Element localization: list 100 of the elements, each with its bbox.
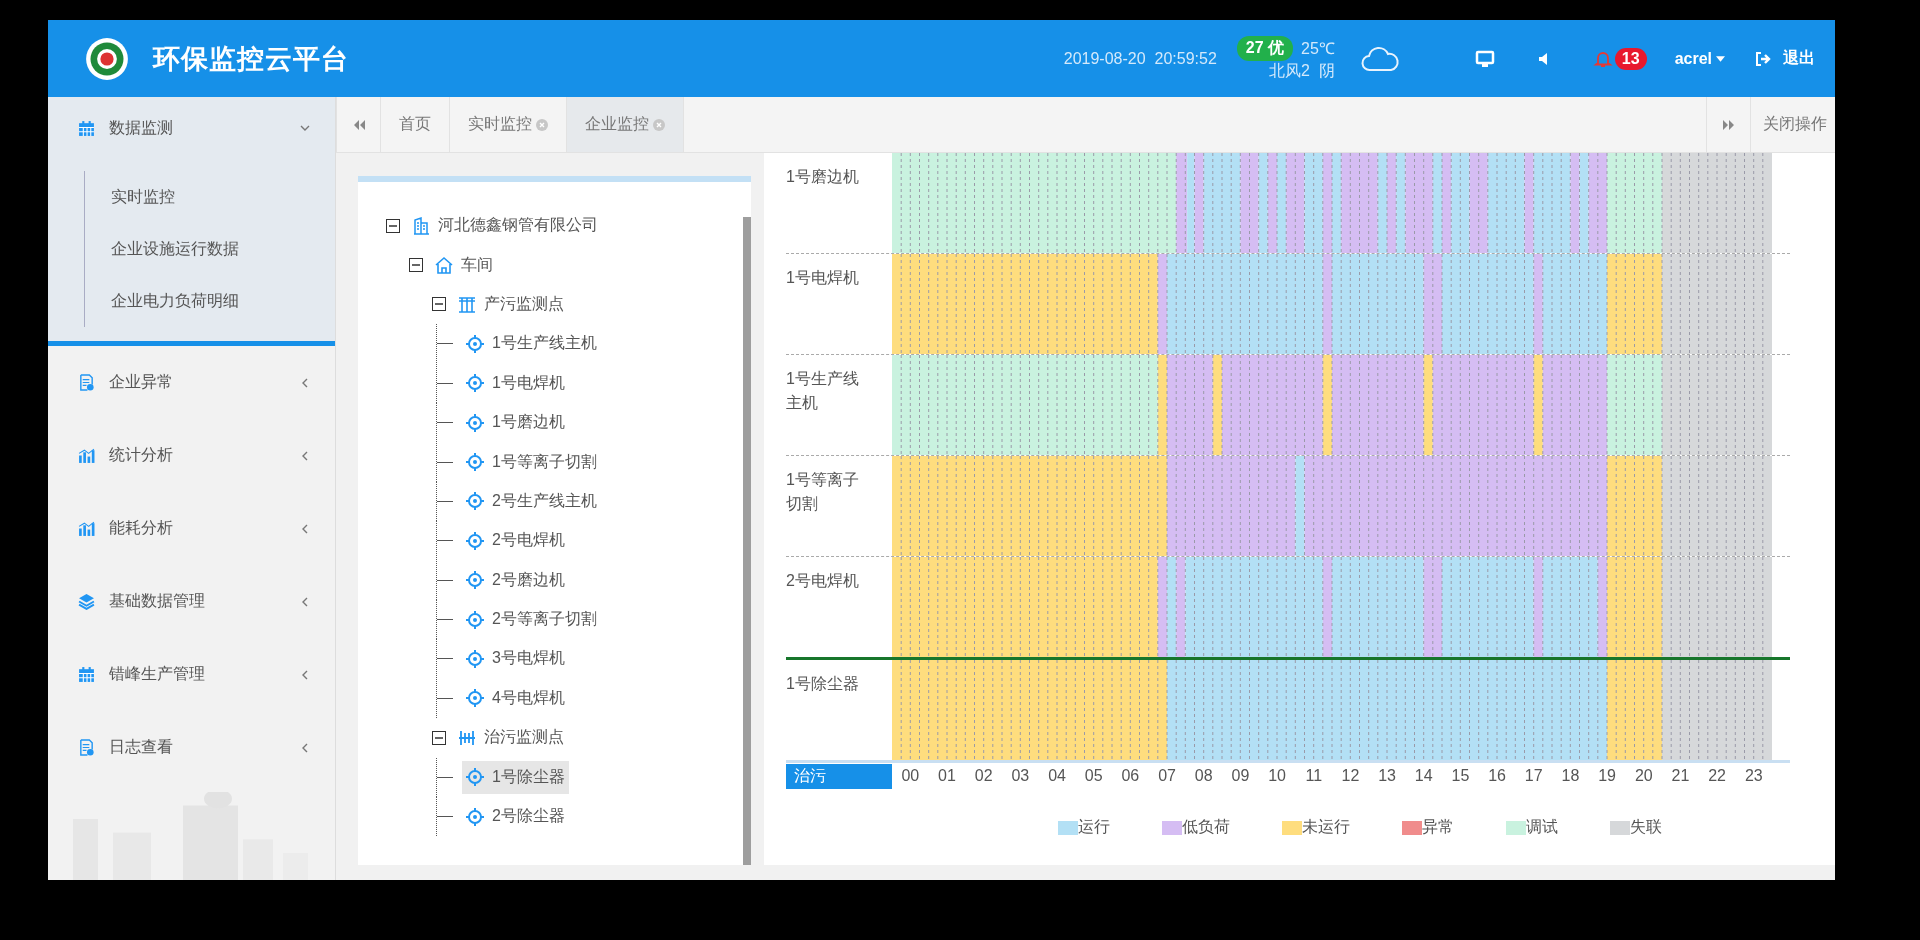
- target-icon: [466, 571, 484, 590]
- hour-label: 23: [1743, 767, 1764, 785]
- hour-label: 18: [1560, 767, 1581, 785]
- collapse-icon[interactable]: [386, 218, 400, 233]
- hour-label: 15: [1450, 767, 1471, 785]
- sidebar-subitem[interactable]: 企业设施运行数据: [84, 223, 239, 275]
- hour-label: 20: [1633, 767, 1654, 785]
- hour-label: 19: [1597, 767, 1617, 785]
- target-icon: [466, 689, 484, 708]
- weather-text: 北风2 阴: [1269, 60, 1335, 81]
- sidebar-item[interactable]: 错峰生产管理: [48, 638, 335, 711]
- tree-node[interactable]: 1号生产线主机: [462, 327, 601, 361]
- tree-node[interactable]: 1号电焊机: [462, 366, 569, 400]
- document-icon: [78, 374, 95, 391]
- sidebar-item[interactable]: 统计分析: [48, 419, 335, 492]
- tree-node[interactable]: 车间: [431, 248, 497, 282]
- legend-label: 调试: [1525, 817, 1558, 837]
- sidebar-item[interactable]: 基础数据管理: [48, 565, 335, 638]
- hour-label: 00: [900, 767, 921, 785]
- hour-label: 09: [1230, 767, 1251, 785]
- cloud-icon: [1359, 44, 1400, 73]
- tree-node[interactable]: 4号电焊机: [462, 681, 569, 715]
- target-icon: [466, 807, 484, 826]
- tree-node[interactable]: 河北德鑫钢管有限公司: [408, 209, 602, 243]
- target-icon: [466, 492, 484, 511]
- hour-label: 22: [1707, 767, 1727, 785]
- filter-icon: [458, 728, 476, 747]
- hour-label: 17: [1523, 767, 1544, 785]
- hour-label: 05: [1083, 767, 1104, 785]
- target-icon: [466, 453, 484, 472]
- document-icon: [78, 739, 95, 756]
- sidebar-item[interactable]: 企业异常: [48, 346, 335, 419]
- building-icon: [412, 216, 430, 235]
- hour-label: 02: [973, 767, 994, 785]
- sidebar-item[interactable]: 日志查看: [48, 711, 335, 784]
- hour-label: 07: [1157, 767, 1177, 785]
- tree-node[interactable]: 1号除尘器: [462, 760, 569, 794]
- group-label: 治污: [786, 763, 892, 789]
- sidebar-subitem[interactable]: 实时监控: [84, 171, 175, 223]
- tree-node[interactable]: 2号等离子切割: [462, 603, 601, 637]
- chevron-left-icon: [300, 377, 310, 388]
- collapse-icon[interactable]: [432, 730, 446, 745]
- scrollbar[interactable]: [743, 217, 751, 865]
- target-icon: [466, 531, 484, 550]
- calendar-icon: [78, 666, 95, 683]
- chevron-left-icon: [300, 742, 310, 753]
- hour-label: 10: [1267, 767, 1287, 785]
- hour-label: 14: [1413, 767, 1434, 785]
- tree-node[interactable]: 治污监测点: [454, 721, 568, 755]
- sidebar-item[interactable]: 能耗分析: [48, 492, 335, 565]
- row-label: 1号等离子切割: [786, 471, 859, 512]
- hour-label: 06: [1120, 767, 1141, 785]
- chevron-left-icon: [300, 450, 310, 461]
- tree-node[interactable]: 2号生产线主机: [462, 484, 601, 518]
- hour-label: 12: [1340, 767, 1361, 785]
- target-icon: [466, 610, 484, 629]
- tree-node[interactable]: 3号电焊机: [462, 642, 569, 676]
- row-label: 2号电焊机: [786, 572, 859, 589]
- double-right-icon: [1722, 119, 1735, 130]
- app-title: 环保监控云平台: [153, 42, 349, 76]
- tree-node[interactable]: 产污监测点: [454, 287, 568, 321]
- hour-label: 11: [1304, 767, 1324, 785]
- layers-icon: [78, 593, 95, 610]
- sidebar-subitem[interactable]: 企业电力负荷明细: [84, 275, 239, 327]
- logo-icon: [85, 36, 129, 81]
- row-label: 1号除尘器: [786, 675, 859, 692]
- monitor-icon[interactable]: [1474, 49, 1495, 68]
- chevron-down-icon: [300, 123, 310, 133]
- chevron-left-icon: [300, 669, 310, 680]
- target-icon: [466, 650, 484, 668]
- air-quality-badge: 27 优: [1236, 35, 1294, 61]
- tab[interactable]: 企业监控: [567, 97, 684, 152]
- collapse-icon[interactable]: [409, 258, 423, 273]
- double-left-icon: [352, 119, 365, 130]
- collapse-icon[interactable]: [432, 297, 446, 312]
- legend-label: 失联: [1629, 817, 1662, 837]
- hour-label: 21: [1670, 767, 1691, 785]
- target-icon: [466, 334, 484, 353]
- hour-label: 03: [1010, 767, 1031, 785]
- house-icon: [435, 256, 453, 275]
- close-operations-button[interactable]: 关闭操作: [1751, 97, 1835, 152]
- chevron-left-icon: [300, 596, 310, 607]
- hour-label: 13: [1377, 767, 1397, 785]
- hour-label: 16: [1487, 767, 1507, 785]
- target-icon: [466, 374, 484, 393]
- legend-label: 未运行: [1301, 817, 1350, 837]
- chevron-left-icon: [300, 523, 310, 534]
- legend-label: 运行: [1077, 817, 1110, 837]
- tree-node[interactable]: 1号磨边机: [462, 406, 569, 440]
- tree-node[interactable]: 2号除尘器: [462, 800, 569, 834]
- gate-icon: [458, 295, 476, 314]
- tree-node[interactable]: 1号等离子切割: [462, 445, 601, 479]
- hour-label: 08: [1193, 767, 1214, 785]
- tree-node[interactable]: 2号电焊机: [462, 524, 569, 558]
- tree-node[interactable]: 2号磨边机: [462, 563, 569, 597]
- row-label: 1号生产线主机: [786, 370, 859, 411]
- row-label: 1号电焊机: [786, 269, 859, 286]
- tab[interactable]: 首页: [381, 97, 450, 152]
- date-time: 2019-08-20 20:59:52: [1063, 49, 1217, 68]
- sidebar-item[interactable]: 数据监测: [48, 97, 335, 159]
